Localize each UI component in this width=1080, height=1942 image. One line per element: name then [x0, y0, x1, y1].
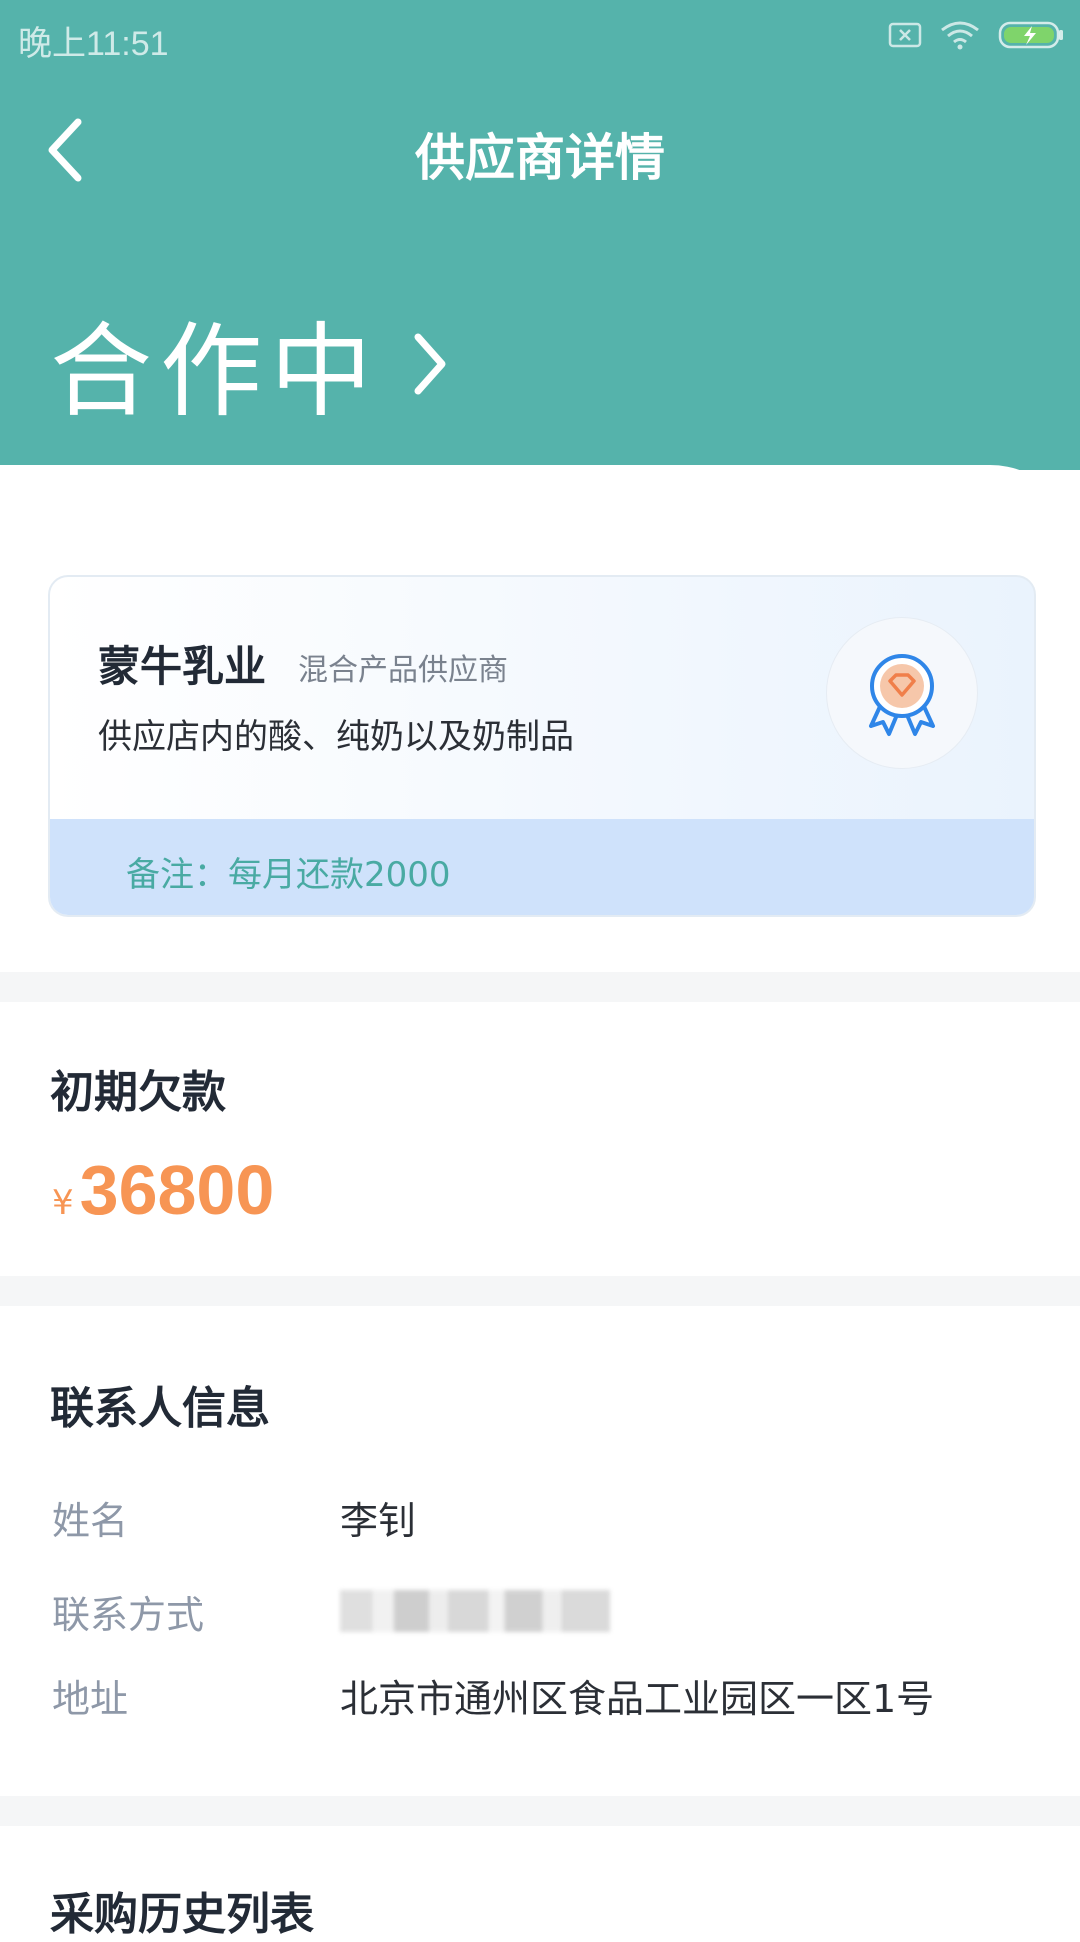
section-divider	[0, 972, 1080, 1002]
award-icon	[869, 654, 935, 736]
status-bar: 晚上11:51	[0, 0, 1080, 76]
contact-phone-label: 联系方式	[52, 1593, 205, 1637]
badge	[826, 617, 978, 769]
supplier-note-text: 备注：每月还款2000	[126, 855, 451, 895]
contact-name-value: 李钊	[340, 1499, 417, 1543]
supplier-note: 备注：每月还款2000	[50, 819, 1034, 915]
debt-amount: ¥ 36800	[52, 1150, 274, 1230]
contact-phone-value[interactable]	[340, 1590, 610, 1632]
status-time: 晚上11:51	[18, 25, 169, 63]
chevron-right-icon	[414, 333, 446, 394]
contact-name-label: 姓名	[52, 1499, 129, 1543]
debt-value: 36800	[79, 1151, 275, 1229]
supplier-description: 供应店内的酸、纯奶以及奶制品	[98, 717, 574, 757]
supplier-card: 蒙牛乳业 混合产品供应商 供应店内的酸、纯奶以及奶制品 备注：每月还款2000	[48, 575, 1036, 917]
header: 晚上11:51 供应商详情 合作中	[0, 0, 1080, 470]
section-divider	[0, 1796, 1080, 1826]
wifi-icon	[941, 21, 979, 50]
section-divider	[0, 1276, 1080, 1306]
supplier-name: 蒙牛乳业	[98, 642, 267, 691]
sim-icon	[888, 22, 922, 48]
currency-symbol: ¥	[52, 1183, 74, 1223]
contact-address-value: 北京市通州区食品工业园区一区1号	[340, 1677, 935, 1721]
contact-address-label: 地址	[52, 1677, 129, 1721]
status-icons	[888, 20, 1064, 50]
battery-icon	[998, 21, 1063, 49]
history-title: 采购历史列表	[50, 1889, 314, 1940]
debt-title: 初期欠款	[50, 1067, 226, 1118]
supplier-type: 混合产品供应商	[298, 653, 508, 688]
cooperation-status[interactable]: 合作中	[50, 290, 450, 437]
contact-title: 联系人信息	[50, 1383, 270, 1434]
page-title: 供应商详情	[415, 129, 665, 187]
cooperation-status-label: 合作中	[50, 313, 380, 432]
